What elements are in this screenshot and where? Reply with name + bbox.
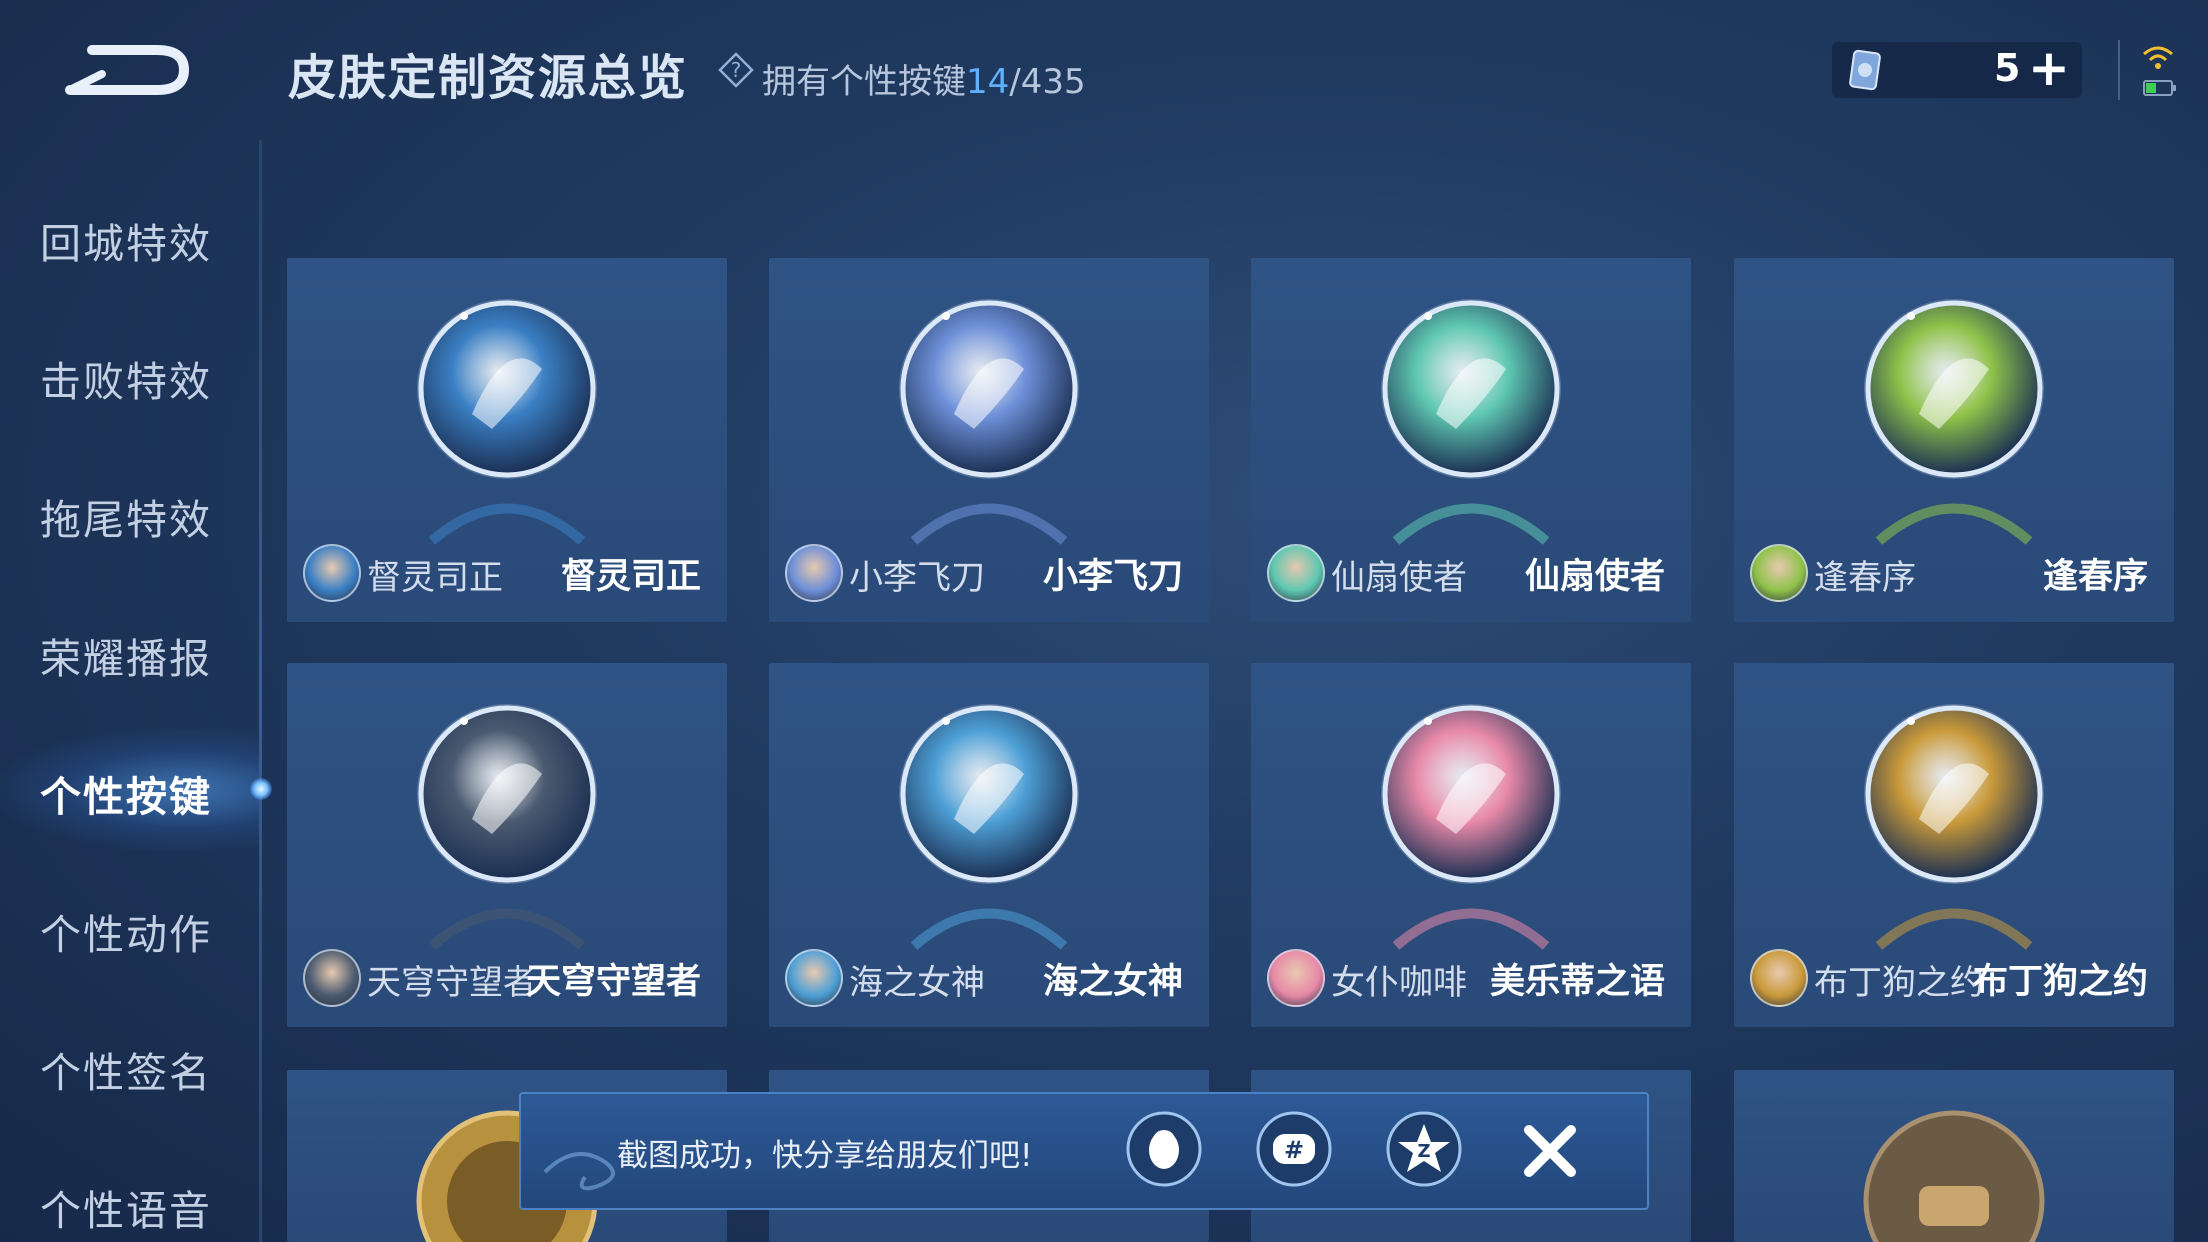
hero-name: 女仆咖啡: [1331, 963, 1467, 1003]
sidebar-item-recall-effect[interactable]: 回城特效: [40, 210, 212, 270]
divider: [2118, 40, 2120, 100]
sea-flower-emblem-icon: [899, 704, 1079, 884]
sidebar-item-custom-actions[interactable]: 个性动作: [40, 901, 212, 961]
skin-name: 海之女神: [1042, 962, 1183, 1002]
emblem-reflection: [1875, 908, 2033, 950]
page-title: 皮肤定制资源总览: [288, 50, 689, 106]
hero-avatar: [303, 544, 361, 602]
emblem-reflection: [428, 503, 586, 545]
owned-prefix: 拥有个性按键: [762, 62, 966, 102]
currency-display[interactable]: 5 +: [1832, 42, 2082, 98]
currency-amount: 5: [1994, 46, 2021, 90]
hero-avatar: [1267, 544, 1325, 602]
svg-text:#: #: [1284, 1136, 1304, 1164]
qzone-star-icon[interactable]: Z: [1385, 1110, 1463, 1188]
sidebar-item-trail-effect[interactable]: 拖尾特效: [40, 486, 212, 546]
top-bar: 皮肤定制资源总览 ? 拥有个性按键14/435 5 +: [0, 0, 2208, 140]
skin-name: 美乐蒂之语: [1489, 962, 1665, 1002]
skin-name: 布丁狗之约: [1972, 962, 2148, 1002]
hero-avatar: [785, 544, 843, 602]
add-currency-icon[interactable]: +: [2028, 42, 2070, 94]
my-melody-emblem-icon: [1381, 704, 1561, 884]
emblem-reflection: [1875, 503, 2033, 545]
green-leaf-emblem-icon: [1864, 299, 2044, 479]
owned-count-label: 拥有个性按键14/435: [762, 54, 1086, 103]
card-ticket-icon: [1849, 49, 1881, 91]
emblem-reflection: [910, 908, 1068, 950]
hero-name: 仙扇使者: [1331, 558, 1467, 598]
blue-dragon-emblem-icon: [417, 299, 597, 479]
skin-card[interactable]: 布丁狗之约 布丁狗之约: [1734, 663, 2174, 1027]
hero-avatar: [303, 949, 361, 1007]
hero-avatar: [1267, 949, 1325, 1007]
emblem-reflection: [1392, 908, 1550, 950]
battery-icon: [2143, 80, 2176, 96]
owned-count: 14: [966, 62, 1010, 102]
skin-card[interactable]: 小李飞刀 小李飞刀: [769, 258, 1209, 622]
skin-card[interactable]: 督灵司正 督灵司正: [287, 258, 727, 622]
hero-name: 小李飞刀: [849, 558, 985, 598]
owned-total: /435: [1009, 62, 1086, 102]
hero-avatar: [785, 949, 843, 1007]
hero-name: 督灵司正: [367, 558, 503, 598]
emblem-reflection: [428, 908, 586, 950]
skin-card[interactable]: 天穹守望者 天穹守望者: [287, 663, 727, 1027]
skin-name: 仙扇使者: [1524, 557, 1665, 597]
sidebar-item-glory-broadcast[interactable]: 荣耀播报: [40, 625, 212, 685]
hero-name: 天穹守望者: [367, 963, 537, 1003]
qq-penguin-icon[interactable]: [1125, 1110, 1203, 1188]
skin-card[interactable]: 海之女神 海之女神: [769, 663, 1209, 1027]
skin-card-partial[interactable]: [1734, 1070, 2174, 1242]
golden-bow-emblem-icon: [417, 704, 597, 884]
hero-avatar: [1750, 949, 1808, 1007]
hero-avatar: [1750, 544, 1808, 602]
skin-card[interactable]: 仙扇使者 仙扇使者: [1251, 258, 1691, 622]
toast-message: 截图成功，快分享给朋友们吧!: [617, 1138, 1033, 1174]
close-icon[interactable]: [1519, 1120, 1581, 1182]
bronze-lamp-emblem-icon: [1863, 1110, 2045, 1242]
sidebar-item-custom-voice[interactable]: 个性语音: [40, 1177, 212, 1237]
svg-text:?: ?: [731, 58, 742, 82]
svg-text:Z: Z: [1417, 1141, 1430, 1162]
jade-fan-emblem-icon: [1381, 299, 1561, 479]
help-icon[interactable]: ?: [718, 52, 754, 88]
share-toast: 截图成功，快分享给朋友们吧! # Z: [519, 1092, 1649, 1210]
sidebar-item-custom-buttons[interactable]: 个性按键: [40, 763, 212, 823]
pompompurin-emblem-icon: [1864, 704, 2044, 884]
emblem-reflection: [1392, 503, 1550, 545]
pink-blade-emblem-icon: [899, 299, 1079, 479]
skin-name: 天穹守望者: [525, 962, 701, 1002]
sidebar-item-custom-signature[interactable]: 个性签名: [40, 1039, 212, 1099]
wechat-moments-icon[interactable]: #: [1255, 1110, 1333, 1188]
skin-card[interactable]: 女仆咖啡 美乐蒂之语: [1251, 663, 1691, 1027]
skin-card[interactable]: 逢春序 逢春序: [1734, 258, 2174, 622]
skin-name: 小李飞刀: [1042, 557, 1183, 597]
emblem-reflection: [910, 503, 1068, 545]
skin-name: 督灵司正: [560, 557, 701, 597]
hero-name: 逢春序: [1814, 558, 1916, 598]
sidebar-item-kill-effect[interactable]: 击败特效: [40, 348, 212, 408]
skin-name: 逢春序: [2042, 557, 2148, 597]
hero-name: 海之女神: [849, 963, 985, 1003]
hero-name: 布丁狗之约: [1814, 963, 1984, 1003]
back-arrow-icon[interactable]: [62, 30, 192, 102]
wifi-icon: [2143, 46, 2173, 69]
